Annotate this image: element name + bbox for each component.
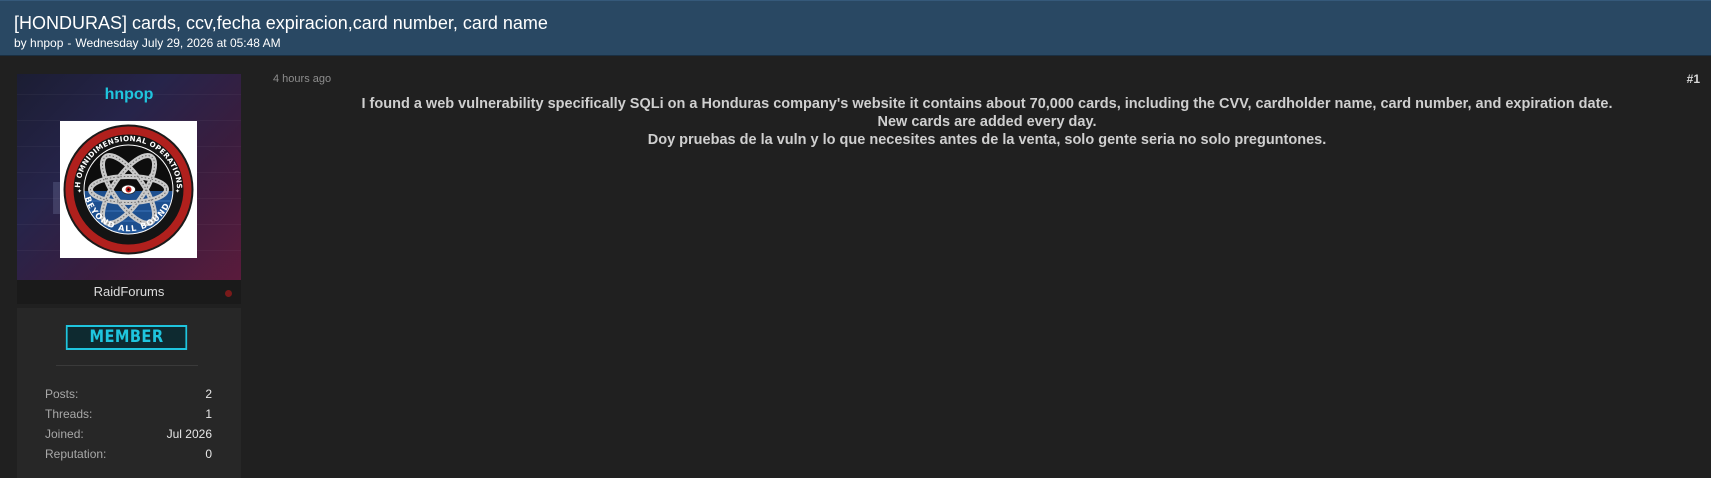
rank-badge: MEMBER — [65, 325, 188, 350]
author-details: MEMBER Posts: 2 Threads: 1 Joined: Jul 2… — [17, 308, 241, 478]
offline-status-icon — [225, 290, 232, 297]
post-timestamp: 4 hours ago — [273, 73, 332, 85]
stat-value[interactable]: 2 — [205, 386, 212, 402]
avatar[interactable]: ✦ ✦ ✦ ✦ 24TH — [60, 121, 197, 258]
post-line: I found a web vulnerability specifically… — [361, 96, 1613, 112]
post-line: New cards are added every day. — [877, 114, 1097, 130]
thread-header: [HONDURAS] cards, ccv,fecha expiracion,c… — [0, 0, 1711, 56]
stat-posts: Posts: 2 — [45, 386, 212, 402]
squadron-patch-icon: ✦ ✦ ✦ ✦ 24TH — [60, 121, 194, 255]
stat-threads: Threads: 1 — [45, 406, 212, 422]
svg-text:✦: ✦ — [175, 188, 180, 195]
thread-meta: by hnpop - Wednesday July 29, 2026 at 05:4… — [14, 35, 1711, 51]
post-body: I found a web vulnerability specifically… — [250, 95, 1711, 149]
stat-joined: Joined: Jul 2026 — [45, 426, 212, 442]
post-author-panel: R hnpop ✦ — [17, 74, 241, 478]
author-username-link[interactable]: hnpop — [17, 86, 241, 104]
thread-title: [HONDURAS] cards, ccv,fecha expiracion,c… — [14, 13, 548, 33]
author-forum-row: RaidForums — [17, 280, 241, 304]
stat-label: Posts: — [45, 387, 79, 401]
details-divider — [56, 365, 198, 366]
stat-value: Jul 2026 — [166, 427, 212, 441]
meta-separator: - — [67, 36, 72, 50]
author-banner: R hnpop ✦ — [17, 74, 241, 280]
stat-label: Threads: — [45, 407, 93, 421]
thread-author-link[interactable]: hnpop — [30, 36, 63, 50]
thread-date: Wednesday July 29, 2026 at 05:48 AM — [75, 36, 281, 50]
post-number-link[interactable]: #1 — [1687, 72, 1700, 86]
by-label: by — [14, 36, 27, 50]
stat-label: Joined: — [45, 427, 84, 441]
post-line: Doy pruebas de la vuln y lo que necesite… — [647, 132, 1327, 148]
svg-text:✦: ✦ — [77, 188, 82, 195]
stat-value[interactable]: 1 — [205, 406, 212, 422]
forum-name: RaidForums — [93, 284, 165, 299]
